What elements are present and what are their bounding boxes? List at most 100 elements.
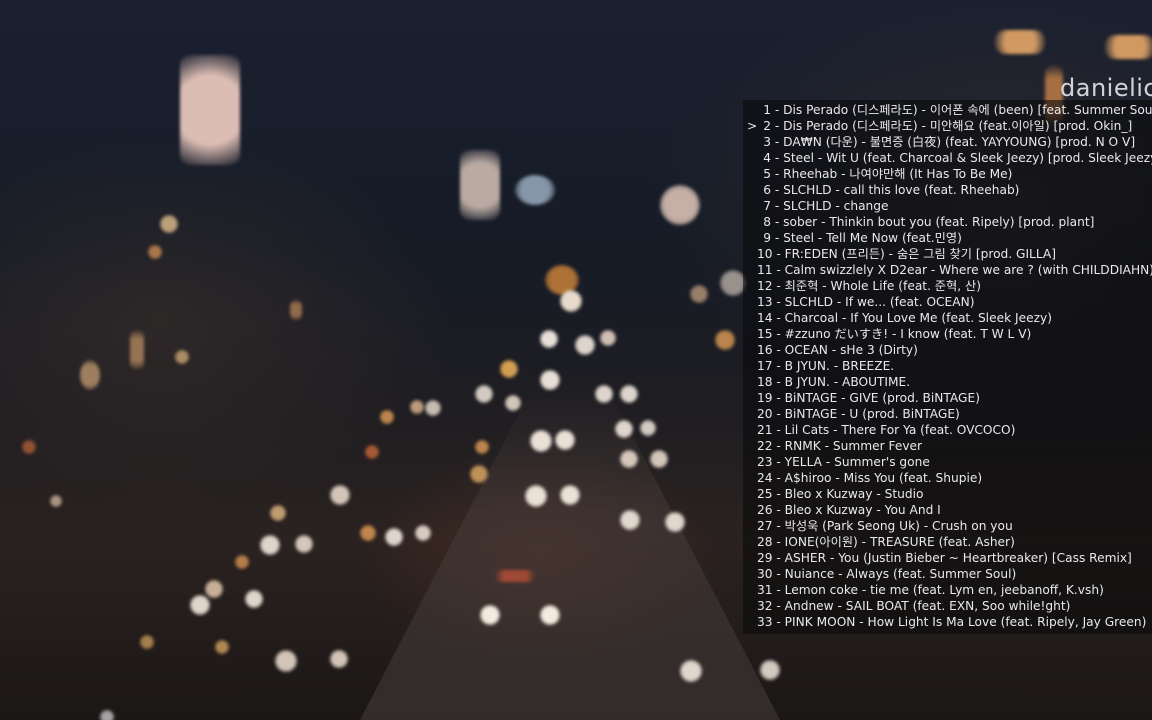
track-title: - BiNTAGE - U (prod. BiNTAGE): [772, 407, 960, 421]
bokeh-light: [545, 265, 579, 295]
tracklist-item[interactable]: 13 - SLCHLD - If we... (feat. OCEAN): [743, 294, 1152, 310]
track-title: - IONE(아이원) - TREASURE (feat. Asher): [772, 535, 1015, 549]
bokeh-light: [330, 650, 348, 668]
track-number: 11: [757, 263, 773, 277]
track-title: - Rheehab - 나여야만해 (It Has To Be Me): [771, 167, 1013, 181]
track-title: - SLCHLD - change: [771, 199, 889, 213]
track-title: - YELLA - Summer's gone: [772, 455, 930, 469]
tracklist-panel: 1 - Dis Perado (디스페라도) - 이어폰 속에 (been) […: [743, 100, 1152, 634]
bokeh-light: [650, 450, 668, 468]
bokeh-light: [1105, 35, 1152, 59]
bokeh-light: [415, 525, 431, 541]
track-title: - Lil Cats - There For Ya (feat. OVCOCO): [772, 423, 1016, 437]
bokeh-light: [505, 395, 521, 411]
tracklist-item[interactable]: 9 - Steel - Tell Me Now (feat.민영): [743, 230, 1152, 246]
bokeh-light: [575, 335, 595, 355]
bokeh-light: [160, 215, 178, 233]
bokeh-light: [100, 710, 114, 720]
track-title: - Andnew - SAIL BOAT (feat. EXN, Soo whi…: [772, 599, 1071, 613]
bokeh-light: [640, 420, 656, 436]
track-number: 32: [757, 599, 773, 613]
tracklist-item[interactable]: 26 - Bleo x Kuzway - You And I: [743, 502, 1152, 518]
bokeh-light: [515, 175, 555, 205]
bokeh-light: [260, 535, 280, 555]
tracklist-item[interactable]: 17 - B JYUN. - BREEZE.: [743, 358, 1152, 374]
tracklist-item[interactable]: 11 - Calm swizzlely X D2ear - Where we a…: [743, 262, 1152, 278]
bokeh-light: [380, 410, 394, 424]
bokeh-light: [80, 360, 100, 390]
track-title: - Bleo x Kuzway - Studio: [772, 487, 924, 501]
bokeh-light: [270, 505, 286, 521]
tracklist-item[interactable]: 15 - #zzuno だいすき! - I know (feat. T W L …: [743, 326, 1152, 342]
track-number: 24: [757, 471, 773, 485]
bokeh-light: [330, 485, 350, 505]
bokeh-light: [475, 385, 493, 403]
tracklist-item[interactable]: 22 - RNMK - Summer Fever: [743, 438, 1152, 454]
tracklist-item[interactable]: 28 - IONE(아이원) - TREASURE (feat. Asher): [743, 534, 1152, 550]
current-track-marker: >: [747, 119, 758, 133]
track-title: - ASHER - You (Justin Bieber ~ Heartbrea…: [772, 551, 1132, 565]
track-title: - Steel - Wit U (feat. Charcoal & Sleek …: [771, 151, 1152, 165]
tracklist-item[interactable]: 5 - Rheehab - 나여야만해 (It Has To Be Me): [743, 166, 1152, 182]
tracklist-item[interactable]: 16 - OCEAN - sHe 3 (Dirty): [743, 342, 1152, 358]
tracklist-item[interactable]: 30 - Nuiance - Always (feat. Summer Soul…: [743, 566, 1152, 582]
track-title: - RNMK - Summer Fever: [772, 439, 923, 453]
bokeh-light: [460, 150, 500, 220]
tracklist-item[interactable]: 31 - Lemon coke - tie me (feat. Lym en, …: [743, 582, 1152, 598]
tracklist-item[interactable]: 25 - Bleo x Kuzway - Studio: [743, 486, 1152, 502]
bokeh-light: [140, 635, 154, 649]
track-title: - Charcoal - If You Love Me (feat. Sleek…: [772, 311, 1052, 325]
tracklist-item[interactable]: 10 - FR:EDEN (프리든) - 숨은 그림 찾기 [prod. GIL…: [743, 246, 1152, 262]
tracklist-item[interactable]: 19 - BiNTAGE - GIVE (prod. BiNTAGE): [743, 390, 1152, 406]
track-number: 17: [757, 359, 773, 373]
tracklist-item[interactable]: 14 - Charcoal - If You Love Me (feat. Sl…: [743, 310, 1152, 326]
track-title: - SLCHLD - If we... (feat. OCEAN): [772, 295, 975, 309]
tracklist-item[interactable]: >2 - Dis Perado (디스페라도) - 미안해요 (feat.이아일…: [743, 118, 1152, 134]
tracklist-item[interactable]: 12 - 최준혁 - Whole Life (feat. 준혁, 산): [743, 278, 1152, 294]
tracklist-item[interactable]: 7 - SLCHLD - change: [743, 198, 1152, 214]
tracklist-item[interactable]: 29 - ASHER - You (Justin Bieber ~ Heartb…: [743, 550, 1152, 566]
channel-watermark: danielic: [1060, 74, 1152, 102]
track-title: - B JYUN. - BREEZE.: [772, 359, 895, 373]
track-number: 12: [757, 279, 773, 293]
track-title: - Steel - Tell Me Now (feat.민영): [771, 231, 962, 245]
track-number: 7: [763, 199, 771, 213]
tracklist-item[interactable]: 3 - DA₩N (다운) - 불면증 (白夜) (feat. YAYYOUNG…: [743, 134, 1152, 150]
bokeh-light: [175, 350, 189, 364]
bokeh-light: [130, 330, 144, 370]
track-title: - sober - Thinkin bout you (feat. Ripely…: [771, 215, 1095, 229]
track-title: - OCEAN - sHe 3 (Dirty): [772, 343, 918, 357]
tracklist-item[interactable]: 33 - PINK MOON - How Light Is Ma Love (f…: [743, 614, 1152, 630]
tracklist-item[interactable]: 6 - SLCHLD - call this love (feat. Rheeh…: [743, 182, 1152, 198]
bokeh-light: [620, 385, 638, 403]
track-title: - B JYUN. - ABOUTIME.: [772, 375, 911, 389]
track-title: - PINK MOON - How Light Is Ma Love (feat…: [772, 615, 1147, 629]
track-number: 5: [763, 167, 771, 181]
track-number: 30: [757, 567, 773, 581]
track-number: 2: [763, 119, 771, 133]
tracklist-item[interactable]: 1 - Dis Perado (디스페라도) - 이어폰 속에 (been) […: [743, 102, 1152, 118]
bokeh-light: [660, 185, 700, 225]
bokeh-light: [560, 290, 582, 312]
track-number: 3: [763, 135, 771, 149]
tracklist-item[interactable]: 27 - 박성욱 (Park Seong Uk) - Crush on you: [743, 518, 1152, 534]
tracklist-item[interactable]: 18 - B JYUN. - ABOUTIME.: [743, 374, 1152, 390]
tracklist-item[interactable]: 8 - sober - Thinkin bout you (feat. Ripe…: [743, 214, 1152, 230]
tracklist-item[interactable]: 32 - Andnew - SAIL BOAT (feat. EXN, Soo …: [743, 598, 1152, 614]
bokeh-light: [22, 440, 36, 454]
track-number: 28: [757, 535, 773, 549]
track-number: 26: [757, 503, 773, 517]
track-title: - DA₩N (다운) - 불면증 (白夜) (feat. YAYYOUNG) …: [771, 135, 1136, 149]
track-number: 13: [757, 295, 773, 309]
bokeh-light: [760, 660, 780, 680]
tracklist-item[interactable]: 23 - YELLA - Summer's gone: [743, 454, 1152, 470]
track-title: - Nuiance - Always (feat. Summer Soul): [772, 567, 1017, 581]
bokeh-light: [475, 440, 489, 454]
tracklist-item[interactable]: 21 - Lil Cats - There For Ya (feat. OVCO…: [743, 422, 1152, 438]
tracklist-item[interactable]: 24 - A$hiroo - Miss You (feat. Shupie): [743, 470, 1152, 486]
bokeh-light: [360, 525, 376, 541]
tracklist-item[interactable]: 20 - BiNTAGE - U (prod. BiNTAGE): [743, 406, 1152, 422]
bokeh-light: [295, 535, 313, 553]
tracklist-item[interactable]: 4 - Steel - Wit U (feat. Charcoal & Slee…: [743, 150, 1152, 166]
track-number: 25: [757, 487, 773, 501]
